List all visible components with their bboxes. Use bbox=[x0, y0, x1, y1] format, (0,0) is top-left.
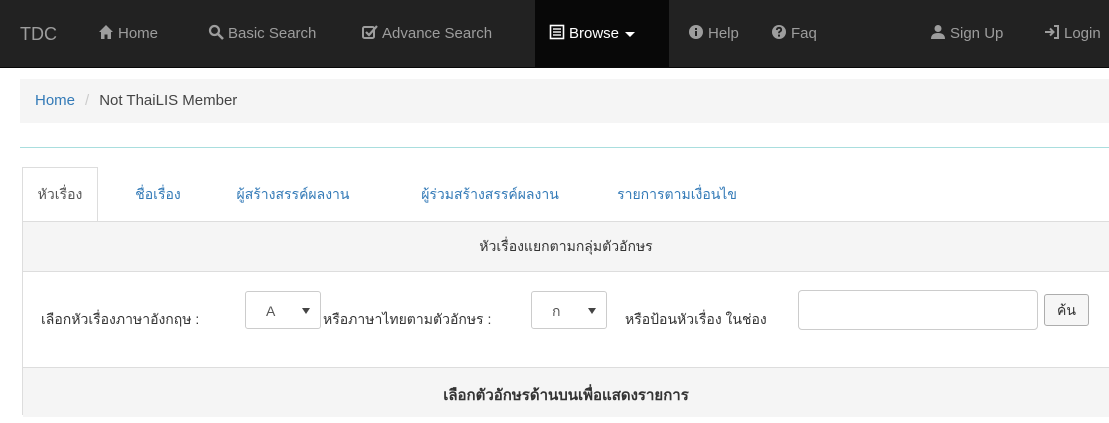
subject-input-label: หรือป้อนหัวเรื่อง ในช่อง bbox=[625, 311, 767, 327]
subject-panel: หัวเรื่องแยกตามกลุ่มตัวอักษร เลือกหัวเรื… bbox=[22, 221, 1109, 417]
thai-letter-label: หรือภาษาไทยตามตัวอักษร : bbox=[323, 311, 492, 327]
divider bbox=[20, 147, 1109, 148]
breadcrumb-separator: / bbox=[85, 92, 90, 109]
subject-search-input[interactable] bbox=[798, 290, 1038, 330]
subject-filter-form: เลือกหัวเรื่องภาษาอังกฤษ : A หรือภาษาไทย… bbox=[23, 271, 1109, 367]
tab-co-author[interactable]: ผู้ร่วมสร้างสรรค์ผลงาน bbox=[394, 167, 586, 222]
panel-footer-hint: เลือกตัวอักษรด้านบนเพื่อแสดงรายการ bbox=[23, 367, 1109, 417]
edit-check-icon bbox=[362, 25, 378, 39]
breadcrumb-current: Not ThaiLIS Member bbox=[99, 92, 238, 109]
english-subject-label: เลือกหัวเรื่องภาษาอังกฤษ : bbox=[41, 311, 200, 327]
english-letter-select[interactable]: A bbox=[245, 291, 321, 329]
top-navbar: TDC Home Basic Search Advance Search Bro… bbox=[0, 0, 1109, 68]
nav-faq[interactable]: Faq bbox=[757, 0, 831, 68]
nav-login[interactable]: Login bbox=[1030, 0, 1109, 68]
search-icon bbox=[208, 24, 224, 40]
breadcrumb-home-link[interactable]: Home bbox=[35, 92, 75, 109]
nav-advance-search[interactable]: Advance Search bbox=[348, 0, 506, 68]
nav-sign-up[interactable]: Sign Up bbox=[916, 0, 1017, 68]
nav-help[interactable]: Help bbox=[674, 0, 753, 68]
home-icon bbox=[99, 25, 113, 39]
search-button[interactable]: ค้น bbox=[1044, 294, 1089, 326]
tab-subject[interactable]: หัวเรื่อง bbox=[22, 167, 98, 222]
nav-basic-search[interactable]: Basic Search bbox=[194, 0, 330, 68]
chevron-down-icon bbox=[625, 31, 636, 37]
nav-browse-dropdown[interactable]: Browse bbox=[535, 0, 669, 68]
browse-tabs: หัวเรื่อง ชื่อเรื่อง ผู้สร้างสรรค์ผลงาน … bbox=[22, 167, 1109, 222]
chevron-down-icon bbox=[302, 308, 310, 314]
tab-title[interactable]: ชื่อเรื่อง bbox=[122, 167, 194, 222]
login-icon bbox=[1045, 25, 1059, 39]
brand-logo[interactable]: TDC bbox=[20, 0, 57, 68]
list-icon bbox=[549, 24, 565, 40]
question-icon bbox=[772, 25, 786, 39]
tab-author[interactable]: ผู้สร้างสรรค์ผลงาน bbox=[210, 167, 376, 222]
user-icon bbox=[931, 25, 945, 39]
info-icon bbox=[689, 25, 703, 39]
panel-heading: หัวเรื่องแยกตามกลุ่มตัวอักษร bbox=[23, 222, 1109, 272]
tab-conditions[interactable]: รายการตามเงื่อนไข bbox=[597, 167, 757, 222]
breadcrumb: Home / Not ThaiLIS Member bbox=[20, 79, 1109, 123]
thai-letter-select[interactable]: ก bbox=[531, 291, 607, 329]
chevron-down-icon bbox=[588, 308, 596, 314]
nav-home[interactable]: Home bbox=[84, 0, 172, 68]
